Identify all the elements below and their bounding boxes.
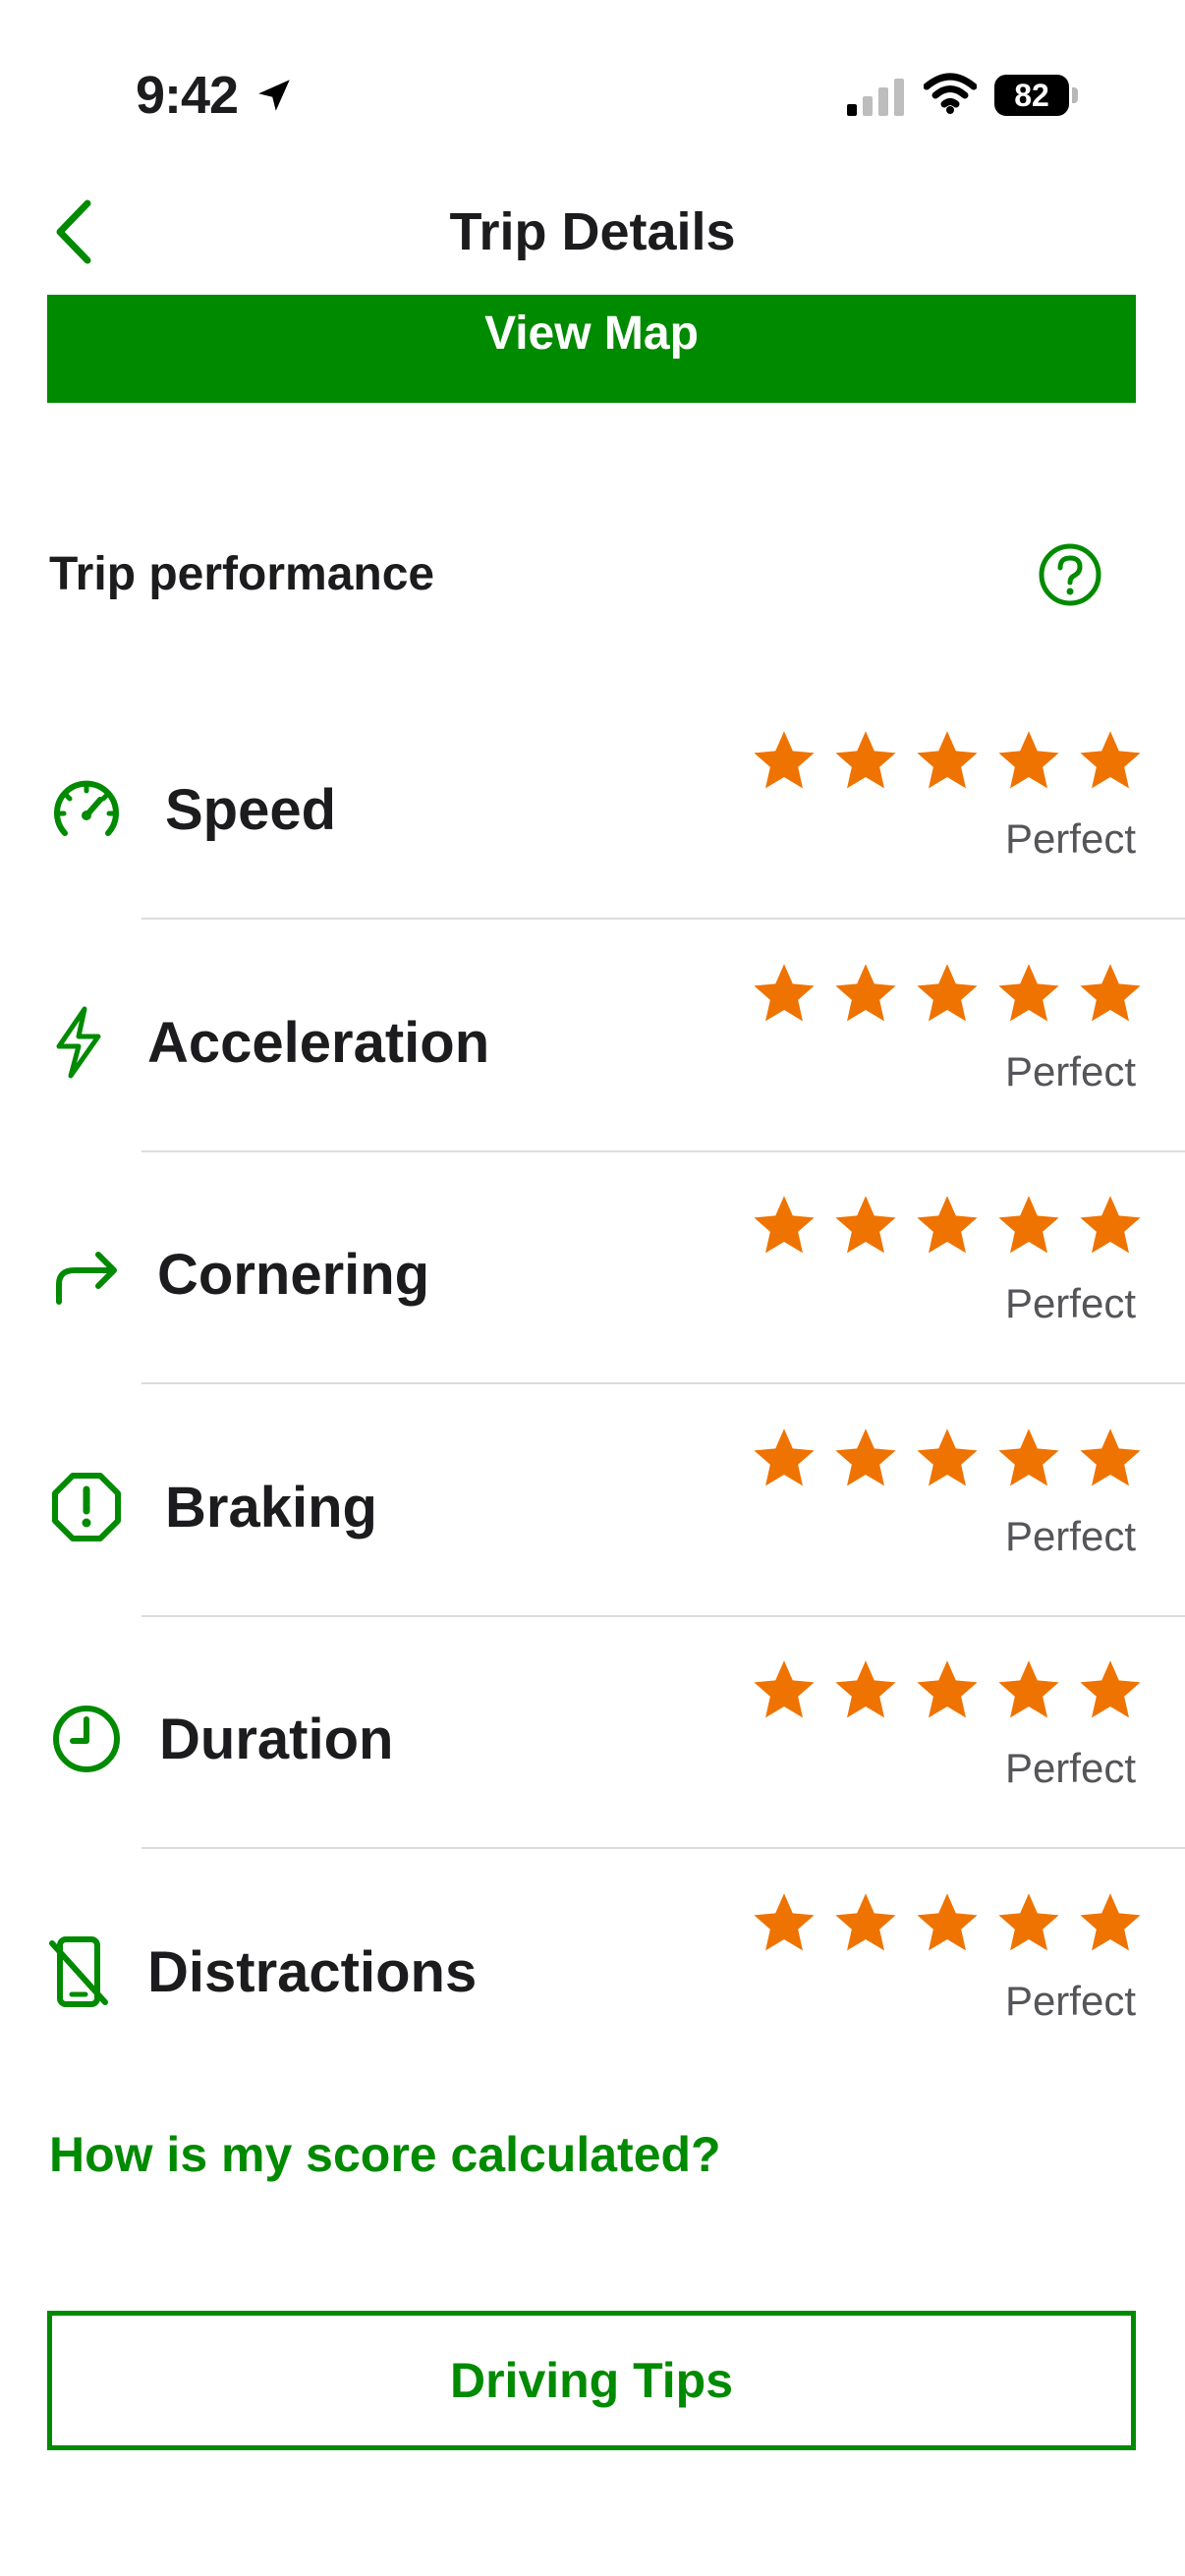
star-icon xyxy=(998,1660,1059,1718)
rating-label: Perfect xyxy=(1004,1280,1136,1326)
metric-row-braking: Braking Perfect xyxy=(0,1385,1185,1617)
page-title: Trip Details xyxy=(449,202,736,261)
clock-icon xyxy=(47,1700,126,1778)
driving-tips-button[interactable]: Driving Tips xyxy=(47,2311,1136,2450)
help-button[interactable] xyxy=(1038,542,1102,607)
metric-row-acceleration: Acceleration Perfect xyxy=(0,921,1185,1152)
speedometer-icon xyxy=(47,770,126,849)
metric-row-speed: Speed Perfect xyxy=(0,688,1185,920)
star-rating xyxy=(751,960,1144,1031)
alert-octagon-icon xyxy=(47,1468,126,1546)
star-icon xyxy=(754,1660,815,1718)
wifi-icon xyxy=(923,73,978,114)
star-icon xyxy=(998,1428,1059,1486)
divider xyxy=(141,1847,1185,1849)
battery-nub xyxy=(1072,87,1078,103)
location-arrow-icon xyxy=(254,75,295,116)
cellular-signal-icon xyxy=(847,79,908,116)
rating-label: Perfect xyxy=(1004,1978,1136,2024)
lightning-bolt-icon xyxy=(39,1003,118,1082)
chevron-left-icon xyxy=(56,199,91,264)
battery-indicator: 82 xyxy=(994,75,1079,116)
metric-label: Braking xyxy=(165,1476,377,1540)
star-icon xyxy=(1080,1428,1141,1486)
star-rating xyxy=(751,727,1144,798)
star-rating xyxy=(751,1192,1144,1262)
rating-label: Perfect xyxy=(1004,1513,1136,1559)
star-icon xyxy=(917,1196,978,1254)
turn-right-arrow-icon xyxy=(47,1235,126,1314)
star-icon xyxy=(917,964,978,1022)
metric-label: Acceleration xyxy=(147,1011,490,1075)
star-icon xyxy=(917,731,978,789)
metric-row-cornering: Cornering Perfect xyxy=(0,1152,1185,1384)
star-rating xyxy=(751,1425,1144,1495)
rating-label: Perfect xyxy=(1004,1745,1136,1791)
section-title: Trip performance xyxy=(49,548,435,600)
star-rating xyxy=(751,1889,1144,1960)
metric-label: Speed xyxy=(165,778,337,842)
star-icon xyxy=(917,1893,978,1951)
star-icon xyxy=(1080,731,1141,789)
metric-label: Duration xyxy=(159,1708,394,1771)
star-icon xyxy=(754,964,815,1022)
divider xyxy=(141,1382,1185,1384)
star-icon xyxy=(998,964,1059,1022)
star-icon xyxy=(917,1660,978,1718)
metric-row-distractions: Distractions Perfect xyxy=(0,1850,1185,2082)
star-rating xyxy=(751,1656,1144,1727)
back-button[interactable] xyxy=(39,193,108,271)
star-icon xyxy=(835,1428,896,1486)
metric-label: Distractions xyxy=(147,1940,478,2004)
rating-label: Perfect xyxy=(1004,815,1136,862)
star-icon xyxy=(998,731,1059,789)
question-circle-icon xyxy=(1039,543,1101,606)
phone-off-icon xyxy=(39,1932,118,2011)
status-bar: 9:42 82 xyxy=(0,0,1185,187)
star-icon xyxy=(1080,1660,1141,1718)
score-calculation-link[interactable]: How is my score calculated? xyxy=(49,2122,721,2187)
star-icon xyxy=(998,1196,1059,1254)
view-map-button[interactable]: View Map xyxy=(47,295,1136,403)
metric-label: Cornering xyxy=(157,1243,430,1307)
battery-level: 82 xyxy=(994,75,1069,116)
star-icon xyxy=(754,1428,815,1486)
star-icon xyxy=(835,1893,896,1951)
star-icon xyxy=(1080,1893,1141,1951)
star-icon xyxy=(754,1196,815,1254)
star-icon xyxy=(835,964,896,1022)
star-icon xyxy=(754,1893,815,1951)
star-icon xyxy=(835,1196,896,1254)
star-icon xyxy=(835,1660,896,1718)
status-time: 9:42 xyxy=(136,66,239,125)
divider xyxy=(141,918,1185,920)
star-icon xyxy=(1080,964,1141,1022)
star-icon xyxy=(917,1428,978,1486)
star-icon xyxy=(998,1893,1059,1951)
star-icon xyxy=(1080,1196,1141,1254)
metric-row-duration: Duration Perfect xyxy=(0,1617,1185,1849)
rating-label: Perfect xyxy=(1004,1048,1136,1094)
star-icon xyxy=(835,731,896,789)
star-icon xyxy=(754,731,815,789)
